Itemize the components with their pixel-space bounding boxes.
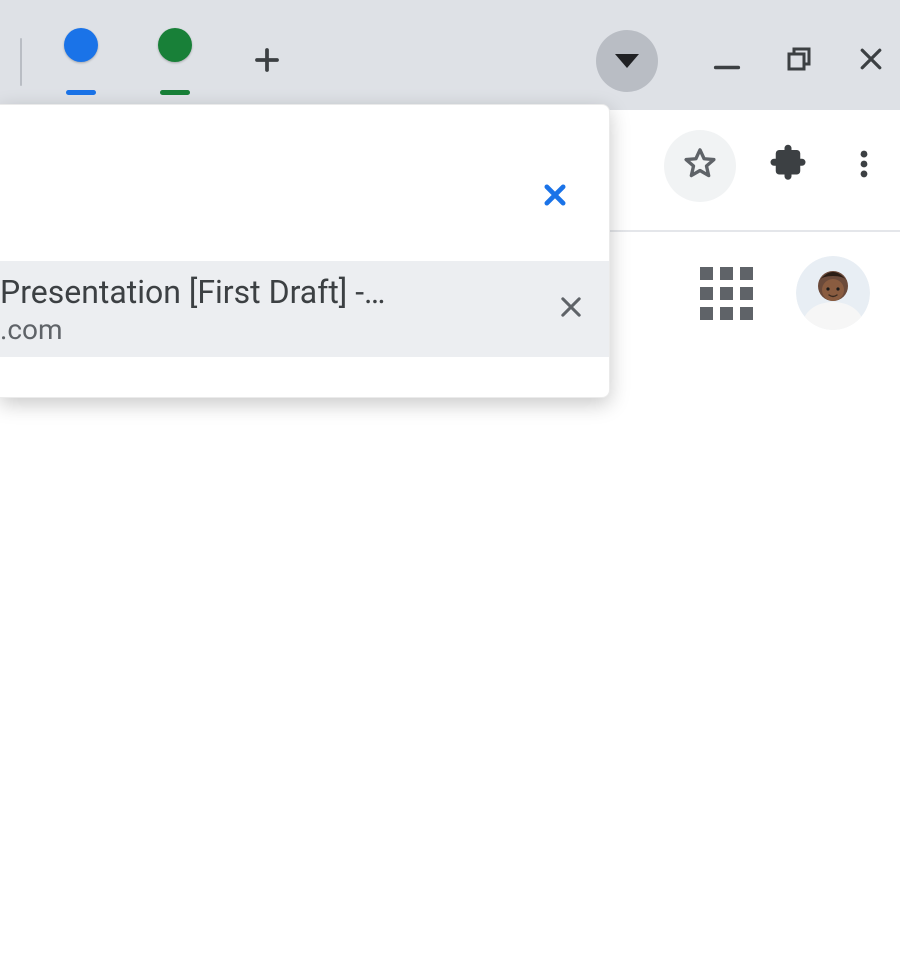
- avatar-icon: [796, 256, 870, 330]
- extensions-button[interactable]: [764, 142, 812, 190]
- google-apps-button[interactable]: [702, 269, 750, 317]
- circle-icon: [158, 28, 192, 62]
- apps-grid-icon: [700, 267, 753, 320]
- tab-group-underline: [160, 90, 190, 95]
- titlebar-right-controls: [596, 30, 892, 92]
- tab-group-underline: [66, 90, 96, 95]
- tab-search-result-close[interactable]: [557, 293, 585, 325]
- tab-search-result-title: Presentation [First Draft] -…: [0, 273, 537, 311]
- bookmark-star-button[interactable]: [664, 130, 736, 202]
- tab-search-result[interactable]: Presentation [First Draft] -… .com: [0, 261, 609, 357]
- tab-strip: [0, 28, 292, 95]
- window-minimize-button[interactable]: [706, 40, 748, 82]
- more-vert-icon: [847, 147, 881, 185]
- circle-icon: [64, 28, 98, 62]
- tab-search-result-text: Presentation [First Draft] -… .com: [0, 273, 537, 346]
- header-right-controls: [702, 256, 870, 330]
- minimize-icon: [710, 42, 744, 80]
- new-tab-button[interactable]: [242, 37, 292, 87]
- toolbar-right-controls: [664, 130, 888, 202]
- restore-icon: [784, 44, 814, 78]
- tab-search-result-url: .com: [0, 313, 537, 346]
- dropdown-close-button[interactable]: [541, 181, 569, 213]
- plus-icon: [252, 45, 282, 79]
- browser-menu-button[interactable]: [840, 142, 888, 190]
- puzzle-icon: [767, 143, 809, 189]
- tab-group-dot-blue[interactable]: [36, 28, 126, 95]
- close-icon: [557, 306, 585, 325]
- account-avatar[interactable]: [796, 256, 870, 330]
- prev-tab-close-fragment[interactable]: [0, 38, 10, 86]
- window-restore-button[interactable]: [778, 40, 820, 82]
- caret-down-icon: [615, 54, 639, 68]
- close-icon: [541, 194, 569, 213]
- tab-group-dot-green[interactable]: [130, 28, 220, 95]
- browser-titlebar: [0, 0, 900, 110]
- tab-group-separator: [20, 38, 22, 86]
- close-icon: [856, 44, 886, 78]
- star-icon: [680, 144, 720, 188]
- tab-search-dropdown: Presentation [First Draft] -… .com: [0, 104, 610, 398]
- tab-search-button[interactable]: [596, 30, 658, 92]
- window-close-button[interactable]: [850, 40, 892, 82]
